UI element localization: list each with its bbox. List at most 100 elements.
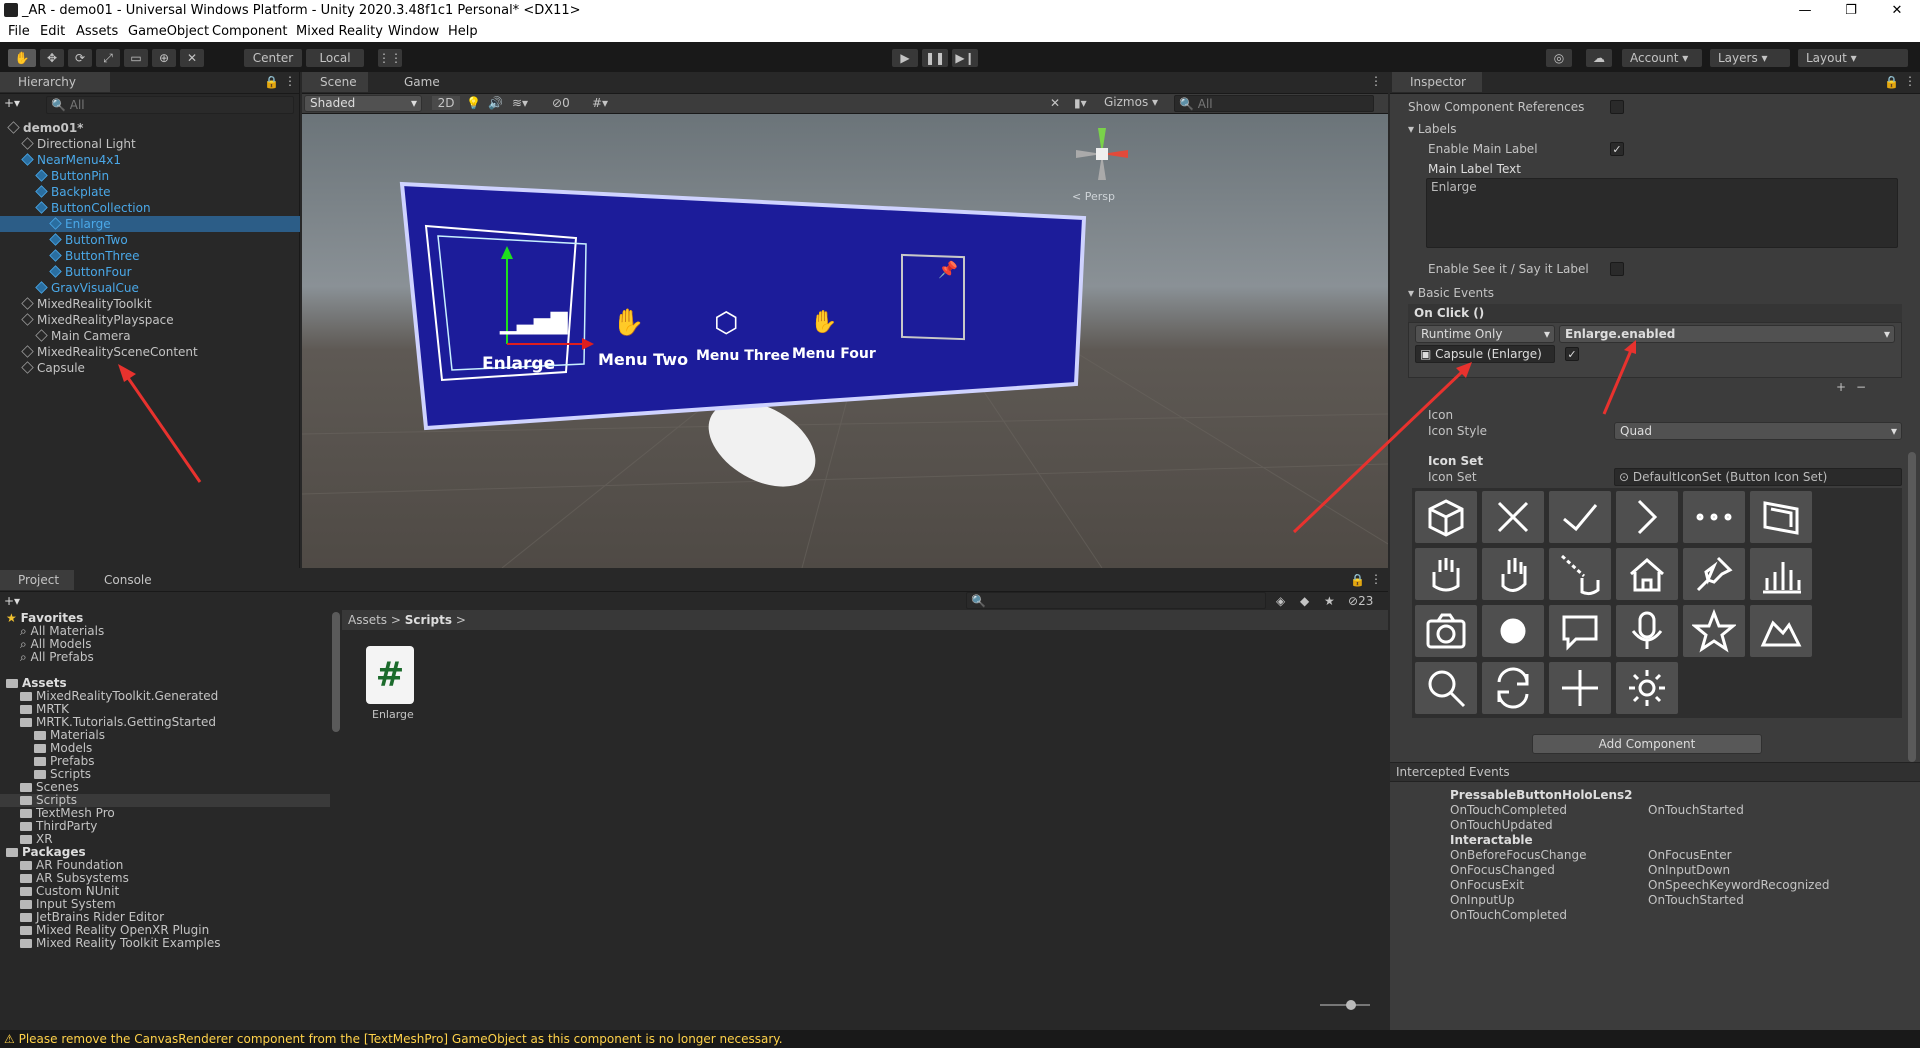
basic-events-foldout[interactable]: ▾ Basic Events bbox=[1408, 286, 1494, 300]
minimize-button[interactable]: — bbox=[1782, 0, 1828, 22]
close-icon[interactable] bbox=[1481, 490, 1545, 544]
hierarchy-item[interactable]: demo01* bbox=[0, 120, 300, 136]
record-icon[interactable] bbox=[1481, 604, 1545, 658]
function-dropdown[interactable]: Enlarge.enabled ▾ bbox=[1559, 325, 1895, 343]
menu-window[interactable]: Window bbox=[388, 24, 439, 39]
hidden-packages-icon[interactable]: ⊘23 bbox=[1348, 594, 1373, 608]
tab-scene[interactable]: Scene bbox=[302, 72, 368, 92]
effects-icon[interactable]: ≋▾ bbox=[512, 96, 528, 110]
hierarchy-item[interactable]: Main Camera bbox=[0, 328, 300, 344]
hand-icon[interactable] bbox=[1481, 547, 1545, 601]
inspector-more-icon[interactable]: ⋮ bbox=[1904, 74, 1916, 88]
tab-hierarchy[interactable]: Hierarchy bbox=[0, 72, 110, 92]
menu-gameobject[interactable]: GameObject bbox=[128, 24, 209, 39]
remove-event-button[interactable]: − bbox=[1856, 380, 1866, 394]
csharp-script-icon[interactable]: # bbox=[366, 646, 414, 704]
board-icon[interactable] bbox=[1749, 490, 1813, 544]
breadcrumb-assets[interactable]: Assets bbox=[348, 613, 387, 627]
hierarchy-item[interactable]: Capsule bbox=[0, 360, 300, 376]
menu-mixed-reality[interactable]: Mixed Reality bbox=[296, 24, 383, 39]
target-object-field[interactable]: ▣ Capsule (Enlarge) bbox=[1415, 345, 1555, 363]
camera-settings-icon[interactable]: ▮▾ bbox=[1074, 96, 1087, 110]
add-component-button[interactable]: Add Component bbox=[1532, 734, 1762, 754]
tab-console[interactable]: Console bbox=[86, 570, 166, 590]
hierarchy-item[interactable]: ButtonCollection bbox=[0, 200, 300, 216]
refresh-icon[interactable] bbox=[1481, 661, 1545, 715]
hierarchy-item[interactable]: NearMenu4x1 bbox=[0, 152, 300, 168]
custom-tool-icon[interactable]: ✕ bbox=[180, 49, 204, 67]
tools-icon[interactable]: ✕ bbox=[1050, 96, 1060, 110]
orientation-gizmo[interactable] bbox=[1062, 114, 1142, 194]
menu-assets[interactable]: Assets bbox=[76, 24, 118, 39]
project-tree-item[interactable]: ⌕ All Prefabs bbox=[0, 651, 330, 664]
cube-icon[interactable] bbox=[1414, 490, 1478, 544]
menu-file[interactable]: File bbox=[8, 24, 30, 39]
menu-help[interactable]: Help bbox=[448, 24, 478, 39]
show-refs-checkbox[interactable] bbox=[1610, 100, 1624, 114]
grid-toggle-icon[interactable]: #▾ bbox=[592, 96, 608, 110]
far-pointer-icon[interactable] bbox=[1548, 547, 1612, 601]
home-icon[interactable] bbox=[1615, 547, 1679, 601]
maximize-button[interactable]: ❐ bbox=[1828, 0, 1874, 22]
main-label-text-field[interactable]: Enlarge bbox=[1426, 178, 1898, 248]
hidden-objects-icon[interactable]: ⊘0 bbox=[552, 96, 570, 110]
more-menu-icon[interactable]: ⋮ bbox=[284, 74, 296, 88]
persp-label[interactable]: < Persp bbox=[1072, 190, 1115, 203]
tab-project[interactable]: Project bbox=[0, 570, 74, 590]
inspector-lock-icon[interactable]: 🔒 bbox=[1884, 75, 1899, 89]
favorite-icon[interactable]: ★ bbox=[1324, 594, 1335, 608]
map-icon[interactable] bbox=[1749, 604, 1813, 658]
menu-component[interactable]: Component bbox=[212, 24, 287, 39]
project-search-input[interactable]: 🔍 bbox=[966, 592, 1266, 609]
lock-icon[interactable]: 🔒 bbox=[264, 75, 279, 89]
project-add-button[interactable]: +▾ bbox=[4, 594, 20, 608]
menu-button-three[interactable]: Menu Three bbox=[696, 348, 790, 364]
project-lock-icon[interactable]: 🔒 bbox=[1350, 573, 1365, 587]
icon-style-dropdown[interactable]: Quad ▾ bbox=[1614, 422, 1902, 440]
pivot-center-button[interactable]: Center bbox=[244, 49, 302, 67]
project-more-icon[interactable]: ⋮ bbox=[1370, 572, 1382, 586]
step-button[interactable]: ▶❙ bbox=[952, 49, 978, 67]
menu-button-enlarge[interactable]: Enlarge bbox=[482, 354, 555, 374]
lighting-icon[interactable]: 💡 bbox=[466, 96, 481, 110]
camera-icon[interactable] bbox=[1414, 604, 1478, 658]
add-event-button[interactable]: + bbox=[1836, 380, 1846, 394]
play-button[interactable]: ▶ bbox=[892, 49, 918, 67]
chat-icon[interactable] bbox=[1548, 604, 1612, 658]
audio-icon[interactable]: 🔊 bbox=[488, 96, 503, 110]
hand-tool-icon[interactable]: ✋ bbox=[8, 49, 36, 67]
star-icon[interactable] bbox=[1682, 604, 1746, 658]
icon-set-field[interactable]: ⊙ DefaultIconSet (Button Icon Set) bbox=[1614, 468, 1902, 486]
enable-main-label-checkbox[interactable]: ✓ bbox=[1610, 142, 1624, 156]
scale-tool-icon[interactable]: ⤢ bbox=[96, 49, 120, 67]
hierarchy-item[interactable]: MixedRealityPlayspace bbox=[0, 312, 300, 328]
layers-dropdown[interactable]: Layers ▾ bbox=[1710, 49, 1790, 67]
zoom-slider-handle[interactable] bbox=[1346, 1000, 1356, 1010]
asset-name[interactable]: Enlarge bbox=[372, 708, 414, 721]
gear-icon[interactable] bbox=[1615, 661, 1679, 715]
rotate-tool-icon[interactable]: ⟳ bbox=[68, 49, 92, 67]
hierarchy-search-input[interactable]: 🔍 All bbox=[46, 96, 294, 114]
zoom-slider[interactable] bbox=[1320, 1004, 1370, 1006]
toggle-2d-button[interactable]: 2D bbox=[432, 96, 460, 110]
hierarchy-item[interactable]: Backplate bbox=[0, 184, 300, 200]
breadcrumb-scripts[interactable]: Scripts bbox=[405, 613, 452, 627]
collab-icon[interactable]: ◎ bbox=[1546, 49, 1572, 67]
menu-edit[interactable]: Edit bbox=[40, 24, 65, 39]
search-icon[interactable] bbox=[1414, 661, 1478, 715]
move-tool-icon[interactable]: ✥ bbox=[40, 49, 64, 67]
function-arg-checkbox[interactable]: ✓ bbox=[1565, 347, 1579, 361]
status-bar[interactable]: ⚠ Please remove the CanvasRenderer compo… bbox=[0, 1030, 1920, 1048]
cloud-icon[interactable]: ☁ bbox=[1586, 49, 1612, 67]
close-button[interactable]: ✕ bbox=[1874, 0, 1920, 22]
tab-game[interactable]: Game bbox=[386, 72, 452, 92]
account-dropdown[interactable]: Account ▾ bbox=[1622, 49, 1702, 67]
enable-see-it-checkbox[interactable] bbox=[1610, 262, 1624, 276]
hierarchy-item[interactable]: Directional Light bbox=[0, 136, 300, 152]
menu-button-two[interactable]: Menu Two bbox=[598, 350, 688, 369]
hand-ray-icon[interactable] bbox=[1414, 547, 1478, 601]
hierarchy-item[interactable]: GravVisualCue bbox=[0, 280, 300, 296]
layout-dropdown[interactable]: Layout ▾ bbox=[1798, 49, 1908, 67]
check-icon[interactable] bbox=[1548, 490, 1612, 544]
hierarchy-item[interactable]: ButtonThree bbox=[0, 248, 300, 264]
